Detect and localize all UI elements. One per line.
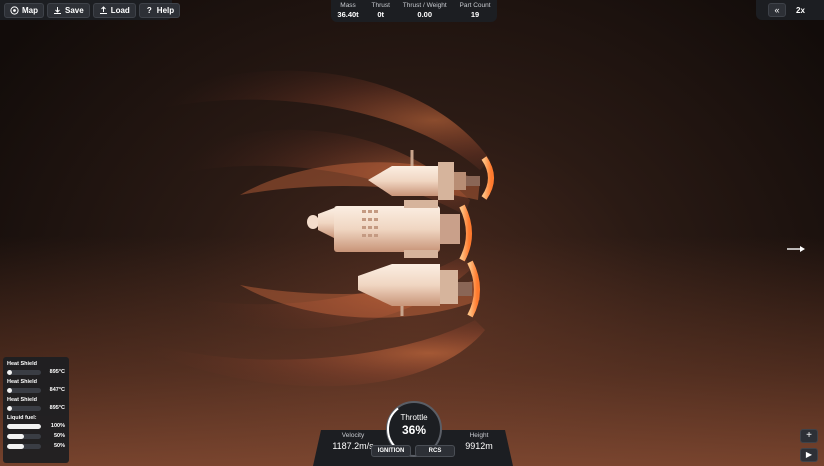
- heat-bar: [7, 387, 41, 393]
- heat-value: 847°C: [49, 387, 65, 393]
- thrust-weight-stat: Thrust / Weight 0.00: [403, 0, 447, 19]
- heat-shield-center: [459, 204, 472, 262]
- heat-shield-row: Heat Shield 895°C: [7, 360, 65, 376]
- load-button[interactable]: Load: [92, 2, 136, 18]
- map-button[interactable]: Map: [4, 2, 44, 18]
- top-booster: [368, 150, 480, 200]
- map-button-label: Map: [22, 5, 38, 15]
- fuel-row: 100%: [7, 422, 65, 430]
- mass-stat: Mass 36.40t: [337, 0, 358, 19]
- upload-icon: [99, 5, 108, 15]
- bottom-booster: [358, 264, 472, 316]
- thrust-weight-label: Thrust / Weight: [402, 2, 447, 9]
- fuel-value: 50%: [53, 443, 65, 449]
- ignition-button[interactable]: IGNITION: [371, 445, 411, 457]
- arrow-right-icon: [787, 246, 805, 252]
- center-capsule: [307, 200, 460, 258]
- heat-value: 895°C: [49, 369, 65, 375]
- save-button[interactable]: Save: [47, 2, 90, 18]
- height-readout: Height 9912m: [449, 432, 509, 451]
- height-label: Height: [469, 432, 489, 439]
- fuel-bar: [7, 443, 41, 449]
- height-value: 9912m: [465, 441, 493, 451]
- play-button[interactable]: ▶: [800, 448, 818, 462]
- part-count-value: 19: [470, 10, 480, 19]
- help-button[interactable]: ? Help: [138, 2, 181, 18]
- rcs-button[interactable]: RCS: [415, 445, 455, 457]
- heat-value: 895°C: [49, 405, 65, 411]
- time-warp-speed: 2x: [796, 5, 805, 15]
- save-button-label: Save: [65, 5, 84, 15]
- mass-value: 36.40t: [337, 10, 359, 19]
- heat-shield-name: Heat Shield: [7, 397, 37, 403]
- heat-shield-row: Heat Shield 847°C: [7, 378, 65, 394]
- heat-bar: [7, 369, 41, 375]
- load-button-label: Load: [110, 5, 130, 15]
- parts-status-panel: Heat Shield 895°C Heat Shield 847°C Heat…: [3, 357, 69, 463]
- map-icon: [10, 5, 19, 15]
- mass-label: Mass: [340, 2, 356, 9]
- fuel-value: 50%: [53, 433, 65, 439]
- heat-shield-name: Heat Shield: [7, 361, 37, 367]
- heat-shield-top: [481, 156, 494, 200]
- thrust-stat: Thrust 0t: [372, 0, 390, 19]
- velocity-label: Velocity: [341, 432, 365, 439]
- fuel-bar: [7, 423, 41, 429]
- rocket-ship: [110, 70, 494, 387]
- question-icon: ?: [146, 5, 152, 15]
- thrust-weight-value: 0.00: [417, 10, 433, 19]
- zoom-in-button[interactable]: +: [800, 429, 818, 443]
- liquid-fuel-label: Liquid fuel:: [7, 415, 37, 421]
- fuel-value: 100%: [50, 423, 65, 429]
- help-button-label: Help: [156, 5, 175, 15]
- main-toolbar: Map Save Load ? Help: [0, 0, 181, 20]
- plasma-trail: [110, 70, 490, 387]
- fuel-row: 50%: [7, 442, 65, 450]
- heat-shield-row: Heat Shield 895°C: [7, 396, 65, 412]
- part-count-label: Part Count: [459, 2, 491, 9]
- double-chevron-left-icon[interactable]: «: [768, 3, 786, 17]
- thrust-value: 0t: [377, 10, 385, 19]
- download-icon: [53, 6, 62, 15]
- flight-panel: Velocity 1187.2m/s Height 9912m Throttle…: [313, 401, 513, 466]
- heat-shield-name: Heat Shield: [7, 379, 37, 385]
- heat-bar: [7, 405, 41, 411]
- heat-shield-bottom: [467, 260, 480, 318]
- vehicle-stats-panel: Mass 36.40t Thrust 0t Thrust / Weight 0.…: [331, 0, 497, 22]
- fuel-bar: [7, 433, 41, 439]
- thrust-label: Thrust: [371, 2, 390, 9]
- part-count-stat: Part Count 19: [460, 0, 491, 19]
- time-warp-panel: « 2x: [756, 0, 824, 20]
- fuel-row: 50%: [7, 432, 65, 440]
